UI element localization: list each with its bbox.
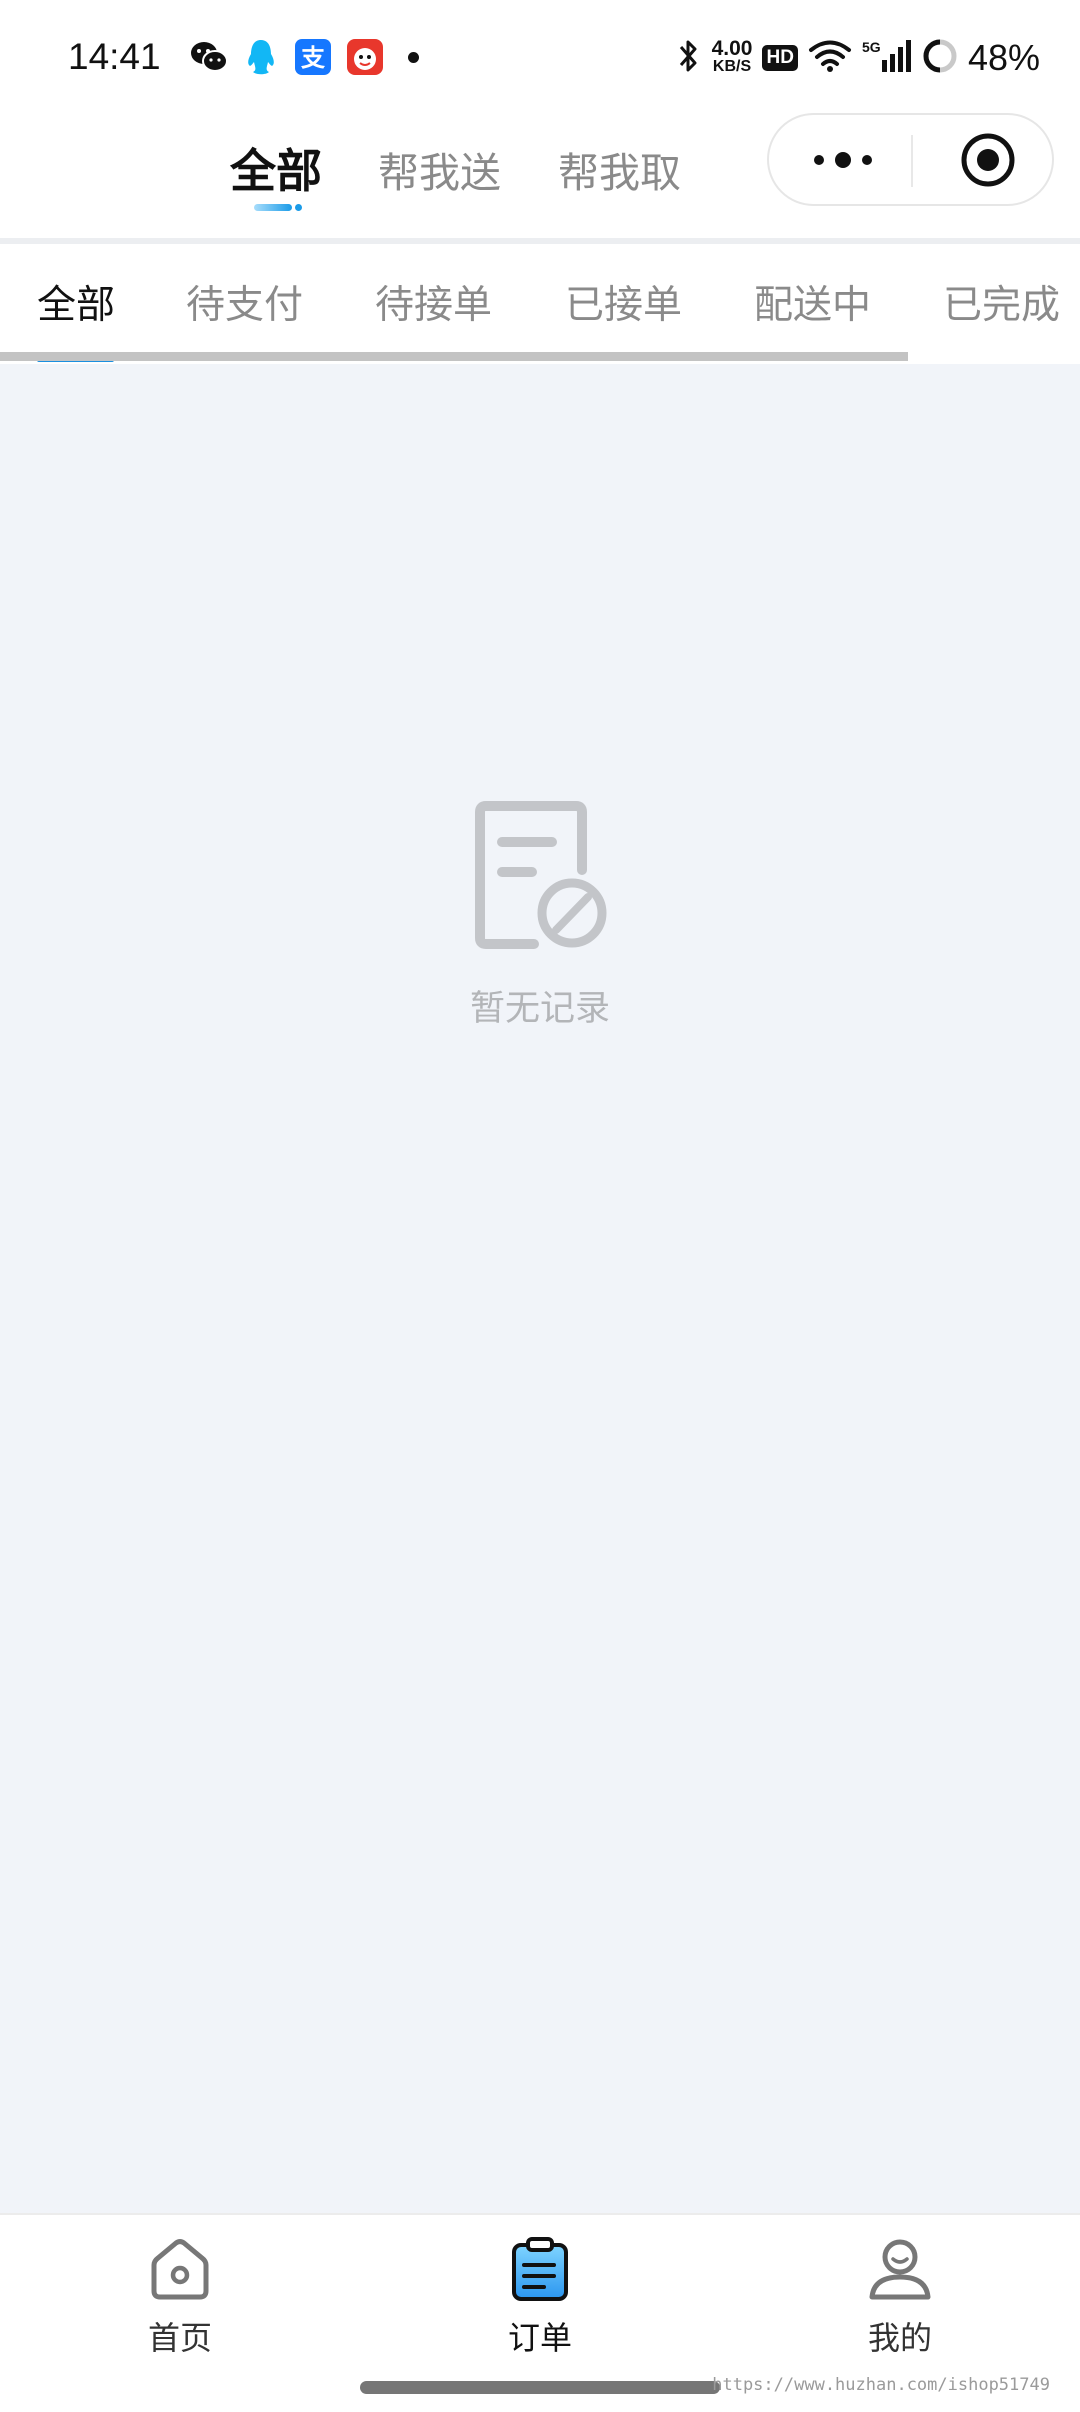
empty-state-text: 暂无记录: [469, 989, 610, 1029]
top-tab-send[interactable]: 帮我送: [378, 139, 501, 199]
target-icon: [961, 133, 1015, 187]
home-icon: [151, 2239, 209, 2300]
svg-text:5G: 5G: [862, 39, 881, 55]
watermark-text: https://www.huzhan.com/ishop51749: [712, 2375, 1050, 2395]
order-icon: [512, 2237, 568, 2301]
status-bar: 14:41 支 4.00 KB/S HD 5G 48%: [0, 0, 1080, 115]
filter-tab-completed[interactable]: 已完成: [943, 274, 1060, 330]
more-options-button[interactable]: [809, 115, 877, 204]
nav-item-home[interactable]: 首页: [90, 2235, 270, 2359]
wechat-icon: [190, 38, 228, 76]
top-tab-all[interactable]: 全部: [230, 135, 322, 201]
empty-record-icon: [470, 800, 610, 950]
app-mascot-icon: [346, 38, 384, 76]
filter-tab-pending-payment[interactable]: 待支付: [186, 274, 303, 330]
filter-tab-delivering[interactable]: 配送中: [754, 274, 871, 330]
filter-tab-pending-accept[interactable]: 待接单: [375, 274, 492, 330]
filter-scrollbar[interactable]: [0, 352, 908, 361]
nav-label-home: 首页: [147, 2319, 212, 2357]
status-indicators: 4.00 KB/S HD 5G 48%: [676, 32, 1040, 84]
active-tab-indicator-dot: [295, 204, 302, 211]
more-notifications-dot: [408, 51, 419, 63]
profile-icon: [869, 2239, 931, 2300]
miniprogram-capsule: [767, 113, 1054, 206]
nav-label-profile: 我的: [867, 2319, 932, 2357]
hd-badge: HD: [762, 45, 798, 71]
gesture-bar-area: https://www.huzhan.com/ishop51749: [0, 2363, 1080, 2412]
battery-percent: 48%: [967, 37, 1040, 78]
cellular-signal-icon: 5G: [862, 38, 912, 78]
capsule-divider: [911, 135, 913, 187]
top-tab-pickup[interactable]: 帮我取: [558, 139, 681, 199]
wifi-icon: [808, 39, 852, 77]
nav-item-orders[interactable]: 订单: [450, 2235, 630, 2359]
filter-tab-all[interactable]: 全部: [37, 274, 115, 330]
close-miniprogram-button[interactable]: [959, 131, 1017, 189]
nav-label-orders: 订单: [507, 2319, 572, 2357]
bottom-navigation: 首页 订单 我的: [0, 2213, 1080, 2363]
alipay-icon: 支: [294, 38, 332, 76]
nav-item-profile[interactable]: 我的: [810, 2235, 990, 2359]
svg-text:支: 支: [301, 44, 326, 72]
active-tab-indicator: [254, 204, 292, 211]
qq-icon: [242, 38, 280, 76]
notification-icons: 支: [190, 38, 419, 76]
more-dots-icon: [814, 151, 872, 168]
order-status-filter-bar: 全部 待支付 待接单 已接单 配送中 已完成: [0, 244, 1080, 364]
status-time: 14:41: [68, 36, 161, 77]
network-speed: 4.00 KB/S: [711, 37, 753, 75]
filter-tab-accepted[interactable]: 已接单: [565, 274, 682, 330]
battery-icon: [922, 38, 958, 78]
home-gesture-bar[interactable]: [360, 2381, 720, 2394]
bluetooth-icon: [676, 37, 702, 79]
